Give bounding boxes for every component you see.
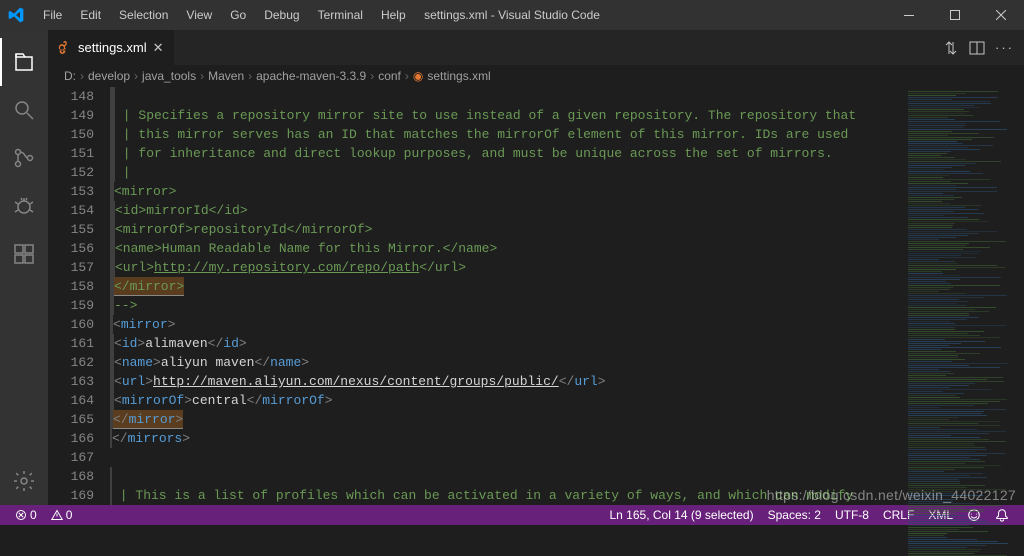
- watermark: https://blog.csdn.net/weixin_44022127: [767, 487, 1016, 503]
- tab-label: settings.xml: [78, 40, 147, 55]
- breadcrumb-segment[interactable]: Maven: [208, 69, 244, 83]
- xml-file-icon: ◉: [413, 69, 423, 83]
- tab-close-icon[interactable]: ✕: [153, 40, 164, 56]
- maximize-button[interactable]: [932, 0, 978, 30]
- compare-icon[interactable]: [943, 40, 959, 56]
- breadcrumb-segment[interactable]: D:: [64, 69, 76, 83]
- breadcrumb-segment[interactable]: apache-maven-3.3.9: [256, 69, 366, 83]
- activity-search[interactable]: [0, 86, 48, 134]
- activity-scm[interactable]: [0, 134, 48, 182]
- window-controls: [886, 0, 1024, 30]
- menu-selection[interactable]: Selection: [110, 4, 177, 26]
- breadcrumb[interactable]: D:› develop› java_tools› Maven› apache-m…: [48, 65, 1024, 87]
- breadcrumb-segment[interactable]: develop: [88, 69, 130, 83]
- menu-file[interactable]: File: [34, 4, 71, 26]
- menubar: File Edit Selection View Go Debug Termin…: [34, 4, 415, 26]
- gutter: 1481491501511521531541551561571581591601…: [48, 87, 110, 505]
- menu-debug[interactable]: Debug: [255, 4, 308, 26]
- breadcrumb-file[interactable]: settings.xml: [427, 69, 490, 83]
- more-actions-icon[interactable]: ···: [995, 40, 1014, 55]
- statusbar: 0 0 Ln 165, Col 14 (9 selected) Spaces: …: [0, 505, 1024, 525]
- status-bell-icon[interactable]: [988, 508, 1016, 522]
- tab-settings-xml[interactable]: settings.xml ✕: [48, 30, 175, 65]
- menu-help[interactable]: Help: [372, 4, 415, 26]
- tabbar: settings.xml ✕ ···: [48, 30, 1024, 65]
- breadcrumb-segment[interactable]: java_tools: [142, 69, 196, 83]
- status-spaces[interactable]: Spaces: 2: [761, 508, 828, 522]
- activity-explorer[interactable]: [0, 38, 48, 86]
- status-warnings[interactable]: 0: [44, 508, 80, 522]
- menu-edit[interactable]: Edit: [71, 4, 110, 26]
- menu-go[interactable]: Go: [221, 4, 255, 26]
- status-encoding[interactable]: UTF-8: [828, 508, 876, 522]
- vscode-logo-icon: [8, 7, 24, 23]
- activity-debug[interactable]: [0, 182, 48, 230]
- status-cursor[interactable]: Ln 165, Col 14 (9 selected): [603, 508, 761, 522]
- xml-file-icon: [58, 41, 72, 55]
- minimize-button[interactable]: [886, 0, 932, 30]
- split-editor-icon[interactable]: [969, 40, 985, 56]
- activitybar: [0, 30, 48, 505]
- titlebar: File Edit Selection View Go Debug Termin…: [0, 0, 1024, 30]
- activity-settings[interactable]: [0, 457, 48, 505]
- minimap[interactable]: [904, 87, 1024, 505]
- window-title: settings.xml - Visual Studio Code: [424, 8, 600, 22]
- menu-view[interactable]: View: [177, 4, 221, 26]
- status-errors[interactable]: 0: [8, 508, 44, 522]
- editor[interactable]: 1481491501511521531541551561571581591601…: [48, 87, 904, 505]
- menu-terminal[interactable]: Terminal: [309, 4, 372, 26]
- code-content[interactable]: | Specifies a repository mirror site to …: [110, 87, 904, 505]
- close-button[interactable]: [978, 0, 1024, 30]
- activity-extensions[interactable]: [0, 230, 48, 278]
- breadcrumb-segment[interactable]: conf: [378, 69, 401, 83]
